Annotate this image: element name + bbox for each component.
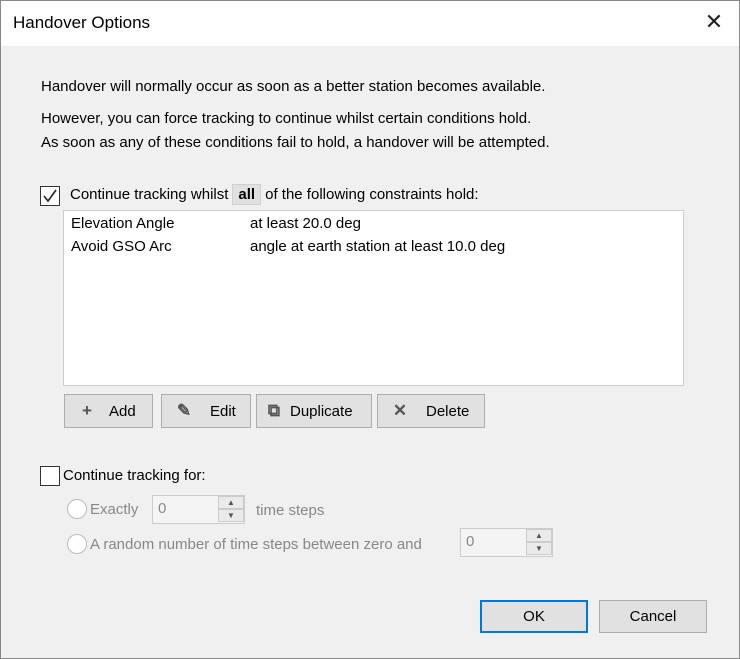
dialog-title: Handover Options <box>13 13 151 32</box>
close-icon[interactable]: ✕ <box>699 7 729 37</box>
delete-button[interactable]: ✕ Delete <box>377 394 485 428</box>
random-stepper[interactable]: 0 ▲ ▼ <box>460 528 553 557</box>
constraint-value: at least 20.0 deg <box>250 215 361 232</box>
constraint-value: angle at earth station at least 10.0 deg <box>250 238 506 255</box>
intro-text-2: However, you can force tracking to conti… <box>41 110 532 127</box>
random-value: 0 <box>466 533 475 550</box>
plus-icon: + <box>82 401 92 420</box>
duplicate-icon: ⧉ <box>267 401 281 420</box>
constraint-name: Avoid GSO Arc <box>71 238 172 255</box>
x-icon: ✕ <box>392 401 408 420</box>
time-steps-label: time steps <box>256 502 325 519</box>
spin-down-icon[interactable]: ▼ <box>526 542 552 555</box>
intro-text-3: As soon as any of these conditions fail … <box>41 134 550 151</box>
exactly-stepper[interactable]: 0 ▲ ▼ <box>152 495 245 524</box>
continue-for-checkbox[interactable] <box>40 466 60 486</box>
add-button[interactable]: + Add <box>64 394 153 428</box>
spin-up-icon[interactable]: ▲ <box>526 529 552 542</box>
check-icon <box>43 189 57 203</box>
constraint-mode-button[interactable]: all <box>232 184 262 205</box>
cancel-button[interactable]: Cancel <box>599 600 707 633</box>
pencil-icon: ✎ <box>176 401 192 420</box>
exactly-label: Exactly <box>90 501 139 518</box>
duplicate-button[interactable]: ⧉ Duplicate <box>256 394 372 428</box>
constraint-name: Elevation Angle <box>71 215 175 232</box>
continue-for-label: Continue tracking for: <box>63 467 206 484</box>
constraints-label: Continue tracking whilst all of the follow… <box>70 184 479 205</box>
spin-down-icon[interactable]: ▼ <box>218 509 244 522</box>
constraints-list[interactable]: Elevation Angle at least 20.0 deg Avoid G… <box>63 210 684 386</box>
random-radio[interactable] <box>67 534 87 554</box>
intro-text-1: Handover will normally occur as soon as … <box>41 78 546 95</box>
label-before: Continue tracking whilst <box>70 186 229 203</box>
label-after: of the following constraints hold: <box>265 186 479 203</box>
duplicate-label: Duplicate <box>290 402 353 420</box>
title-bar: Handover Options ✕ <box>1 1 739 46</box>
spin-up-icon[interactable]: ▲ <box>218 496 244 509</box>
edit-button[interactable]: ✎ Edit <box>161 394 251 428</box>
exactly-value: 0 <box>158 500 167 517</box>
add-label: Add <box>109 402 136 420</box>
constraints-checkbox[interactable] <box>40 186 60 206</box>
exactly-radio[interactable] <box>67 499 87 519</box>
handover-options-dialog: Handover Options ✕ Handover will normall… <box>0 0 740 659</box>
edit-label: Edit <box>210 402 236 420</box>
random-label: A random number of time steps between ze… <box>90 536 422 553</box>
ok-button[interactable]: OK <box>480 600 588 633</box>
delete-label: Delete <box>426 402 470 420</box>
